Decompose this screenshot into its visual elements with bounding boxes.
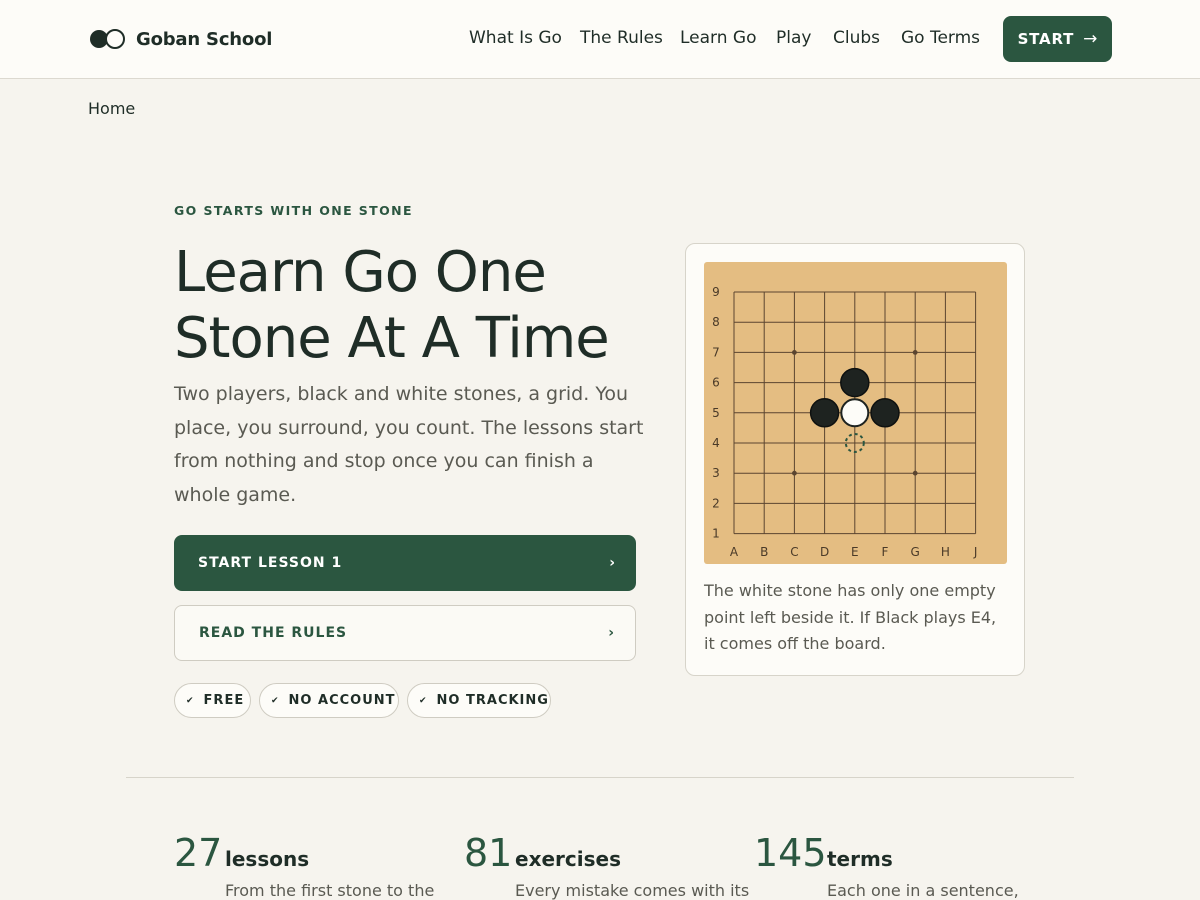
- chevron-right-icon: ›: [608, 625, 615, 641]
- stat-description: Each one in a sentence,: [827, 881, 1019, 900]
- hero-eyebrow: GO STARTS WITH ONE STONE: [174, 203, 413, 218]
- nav-clubs[interactable]: Clubs: [833, 28, 880, 48]
- column-label: F: [882, 545, 889, 559]
- black-stone: [809, 398, 840, 428]
- brand-logo[interactable]: Goban School: [89, 28, 272, 50]
- pill-no-tracking: ✔ NO TRACKING: [407, 683, 551, 718]
- check-icon: ✔: [419, 695, 428, 706]
- column-label: G: [911, 545, 920, 559]
- stat-number: 145: [754, 831, 827, 875]
- star-point: [912, 470, 918, 476]
- column-label: H: [941, 545, 950, 559]
- column-label: E: [851, 545, 859, 559]
- pill-label: NO ACCOUNT: [288, 693, 396, 708]
- column-label: D: [820, 545, 829, 559]
- black-stone: [870, 398, 900, 428]
- start-button-label: START: [1017, 30, 1075, 48]
- row-label: 7: [712, 345, 720, 359]
- star-point: [912, 350, 918, 355]
- read-rules-button[interactable]: READ THE RULES ›: [174, 605, 636, 661]
- pill-free: ✔ FREE: [174, 683, 251, 718]
- board-caption: The white stone has only one empty point…: [704, 581, 997, 654]
- site-header: Goban School What Is Go The Rules Learn …: [0, 0, 1200, 79]
- row-label: 8: [712, 315, 720, 329]
- section-divider: [126, 777, 1074, 778]
- pill-no-account: ✔ NO ACCOUNT: [259, 683, 399, 718]
- nav-what-is-go[interactable]: What Is Go: [469, 28, 562, 48]
- chevron-right-icon: ›: [609, 555, 616, 571]
- stat-number: 27: [174, 831, 223, 875]
- nav-go-terms[interactable]: Go Terms: [901, 28, 980, 48]
- row-label: 4: [712, 436, 720, 450]
- start-button[interactable]: START →: [1003, 16, 1112, 62]
- breadcrumb-home[interactable]: Home: [88, 99, 135, 118]
- row-label: 1: [712, 527, 720, 541]
- stat-label: terms: [827, 847, 893, 871]
- check-icon: ✔: [186, 695, 195, 706]
- arrow-right-icon: →: [1083, 29, 1098, 49]
- stat-number: 81: [464, 831, 513, 875]
- column-label: C: [790, 545, 798, 559]
- stat-label: exercises: [515, 847, 621, 871]
- start-lesson-label: START LESSON 1: [198, 555, 343, 571]
- column-label: B: [760, 545, 768, 559]
- stat-description: From the first stone to the: [225, 881, 435, 900]
- brand-name: Goban School: [136, 28, 273, 50]
- black-stone: [840, 367, 870, 398]
- stat-description: Every mistake comes with its: [515, 881, 750, 900]
- start-lesson-button[interactable]: START LESSON 1 ›: [174, 535, 636, 591]
- nav-the-rules[interactable]: The Rules: [580, 28, 663, 48]
- row-label: 3: [712, 466, 720, 480]
- star-point: [792, 470, 797, 476]
- board-card: A B C D E F G H J 9 8 7 6 5 4 3 2 1 The white stone has o…: [685, 243, 1025, 676]
- go-board: A B C D E F G H J 9 8 7 6 5 4 3 2 1: [704, 262, 1007, 564]
- row-label: 5: [712, 406, 720, 420]
- column-label: A: [730, 545, 739, 559]
- nav-learn-go[interactable]: Learn Go: [680, 28, 757, 48]
- stat-label: lessons: [225, 847, 310, 871]
- row-label: 2: [712, 496, 720, 510]
- pill-label: FREE: [203, 693, 245, 708]
- hero-description: Two players, black and white stones, a g…: [174, 383, 644, 507]
- pill-label: NO TRACKING: [436, 693, 549, 708]
- stones-logo-icon: [89, 28, 125, 50]
- nav-play[interactable]: Play: [776, 28, 811, 48]
- white-stone: [840, 398, 870, 428]
- read-rules-label: READ THE RULES: [199, 625, 348, 641]
- row-label: 9: [712, 285, 720, 299]
- check-icon: ✔: [271, 695, 280, 706]
- row-label: 6: [712, 376, 720, 390]
- star-point: [792, 350, 797, 355]
- column-label: J: [973, 545, 978, 559]
- page-title: Learn Go One Stone At A Time: [174, 240, 610, 371]
